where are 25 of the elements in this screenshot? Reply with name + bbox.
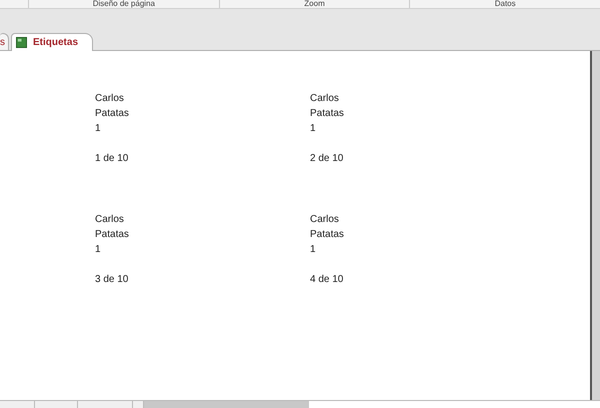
page-counter: 4 de 10 — [310, 273, 344, 287]
label-text: Carlos — [310, 213, 339, 227]
label-text: 1 — [95, 243, 101, 257]
horizontal-scrollbar[interactable] — [144, 401, 600, 408]
label-text: Patatas — [95, 107, 129, 121]
report-icon — [16, 37, 27, 48]
ribbon-group-label: Datos — [409, 0, 600, 8]
page-counter: 1 de 10 — [95, 152, 128, 166]
label-text: Patatas — [310, 228, 344, 242]
document-tab[interactable]: Etiquetas — [11, 33, 94, 51]
label-text: Carlos — [95, 92, 124, 106]
label-text: Carlos — [95, 213, 124, 227]
page-counter: 2 de 10 — [310, 152, 344, 166]
label-text: 1 — [310, 243, 316, 257]
page-counter: 3 de 10 — [95, 273, 128, 287]
label-text: Patatas — [310, 107, 344, 121]
ribbon-group-label: Diseño de página — [28, 0, 219, 8]
label-text: 1 — [95, 122, 101, 136]
scroll-left-button[interactable] — [133, 401, 144, 408]
vertical-scrollbar[interactable] — [590, 51, 600, 400]
label-text: Carlos — [310, 92, 339, 106]
ribbon-group-label: Zoom — [218, 0, 410, 8]
label-text: 1 — [310, 122, 316, 136]
label-text: Patatas — [95, 228, 129, 242]
document-tab[interactable]: s — [0, 33, 9, 51]
